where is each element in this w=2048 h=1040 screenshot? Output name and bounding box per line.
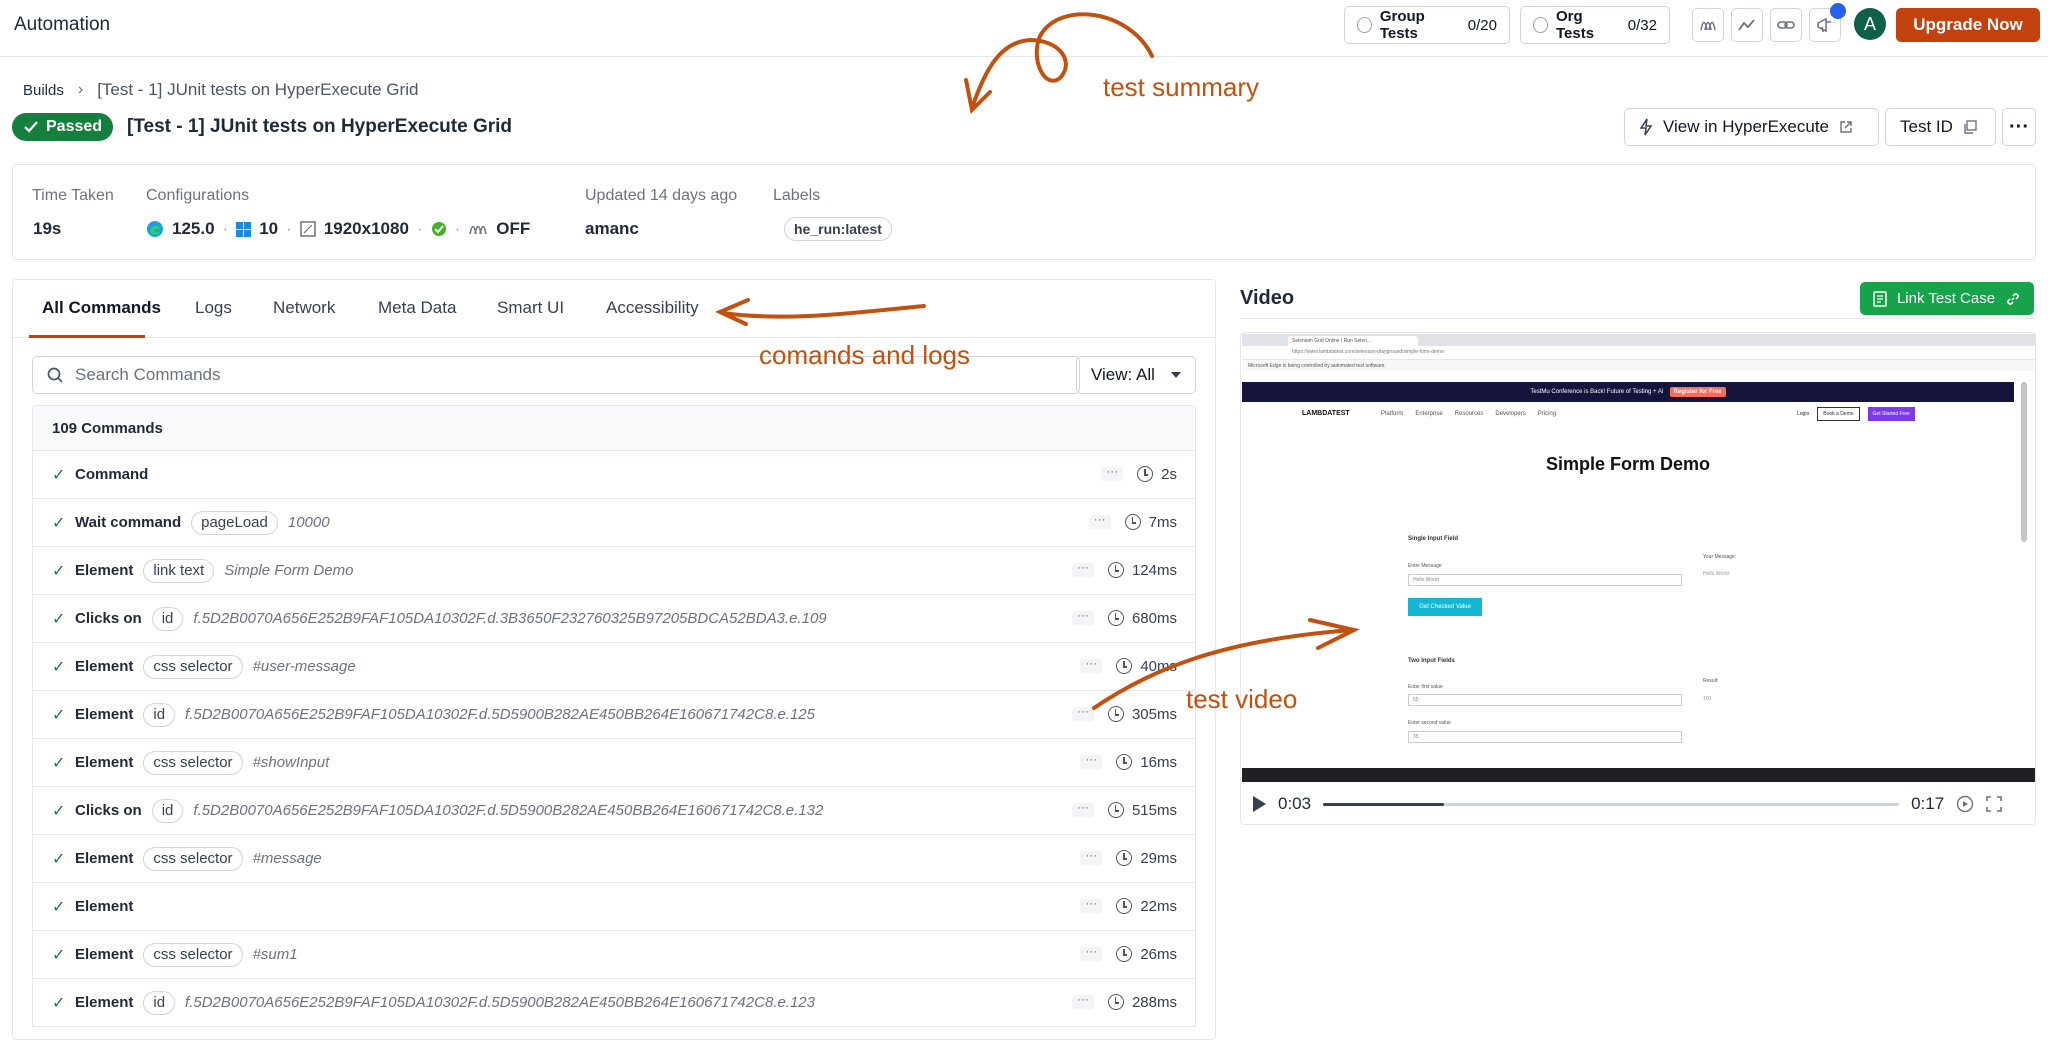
annotation-commands-logs: comands and logs — [759, 340, 971, 370]
commands-arrow — [720, 304, 926, 319]
commands-arrowhead — [715, 298, 750, 326]
annotation-test-video: test video — [1186, 684, 1298, 714]
annotation-test-summary: test summary — [1103, 72, 1260, 102]
annotation-arrows — [715, 12, 1360, 710]
